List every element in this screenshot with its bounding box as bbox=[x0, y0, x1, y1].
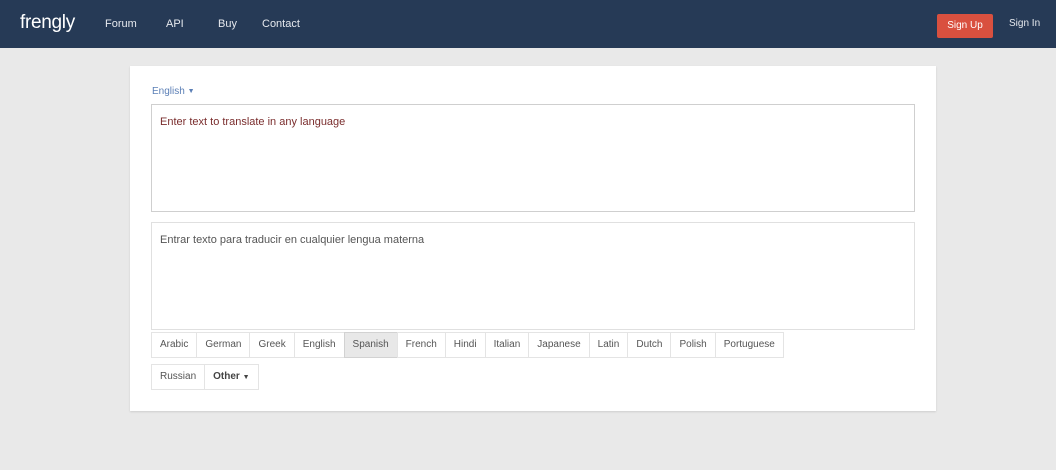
lang-tab-latin[interactable]: Latin bbox=[588, 332, 629, 358]
source-language-label: English bbox=[152, 86, 185, 97]
nav-forum[interactable]: Forum bbox=[105, 0, 137, 48]
chevron-down-icon: ▼ bbox=[187, 88, 195, 95]
lang-tab-japanese[interactable]: Japanese bbox=[528, 332, 590, 358]
chevron-down-icon: ▼ bbox=[242, 374, 250, 381]
lang-tab-dutch[interactable]: Dutch bbox=[627, 332, 672, 358]
target-language-tabs: Arabic German Greek English Spanish Fren… bbox=[151, 332, 784, 358]
lang-tab-french[interactable]: French bbox=[396, 332, 446, 358]
sign-in-link[interactable]: Sign In bbox=[1009, 0, 1040, 48]
lang-tab-polish[interactable]: Polish bbox=[670, 332, 716, 358]
nav-contact[interactable]: Contact bbox=[262, 0, 300, 48]
lang-tab-italian[interactable]: Italian bbox=[484, 332, 530, 358]
other-languages-dropdown[interactable]: Other ▼ bbox=[204, 364, 259, 390]
lang-tab-spanish[interactable]: Spanish bbox=[343, 332, 398, 358]
target-language-tabs-row2: Russian Other ▼ bbox=[151, 364, 259, 390]
lang-tab-german[interactable]: German bbox=[196, 332, 251, 358]
lang-tab-greek[interactable]: Greek bbox=[249, 332, 295, 358]
lang-tab-portuguese[interactable]: Portuguese bbox=[714, 332, 784, 358]
lang-tab-arabic[interactable]: Arabic bbox=[151, 332, 198, 358]
source-text: Enter text to translate in any language bbox=[160, 116, 346, 128]
nav-api[interactable]: API bbox=[166, 0, 184, 48]
sign-up-button[interactable]: Sign Up bbox=[937, 14, 993, 38]
translated-text: Entrar texto para traducir en cualquier … bbox=[160, 234, 425, 246]
brand-logo[interactable]: frengly bbox=[20, 0, 75, 48]
translator-card: English ▼ Enter text to translate in any… bbox=[130, 66, 936, 411]
other-label: Other bbox=[213, 371, 240, 382]
lang-tab-hindi[interactable]: Hindi bbox=[444, 332, 486, 358]
top-navbar: frengly Forum API Buy Contact Sign Up Si… bbox=[0, 0, 1056, 48]
source-language-dropdown[interactable]: English ▼ bbox=[152, 86, 195, 97]
nav-buy[interactable]: Buy bbox=[218, 0, 237, 48]
source-text-input[interactable]: Enter text to translate in any language bbox=[151, 104, 915, 212]
lang-tab-english[interactable]: English bbox=[293, 332, 345, 358]
translation-output: Entrar texto para traducir en cualquier … bbox=[151, 222, 915, 330]
lang-tab-russian[interactable]: Russian bbox=[151, 364, 206, 390]
